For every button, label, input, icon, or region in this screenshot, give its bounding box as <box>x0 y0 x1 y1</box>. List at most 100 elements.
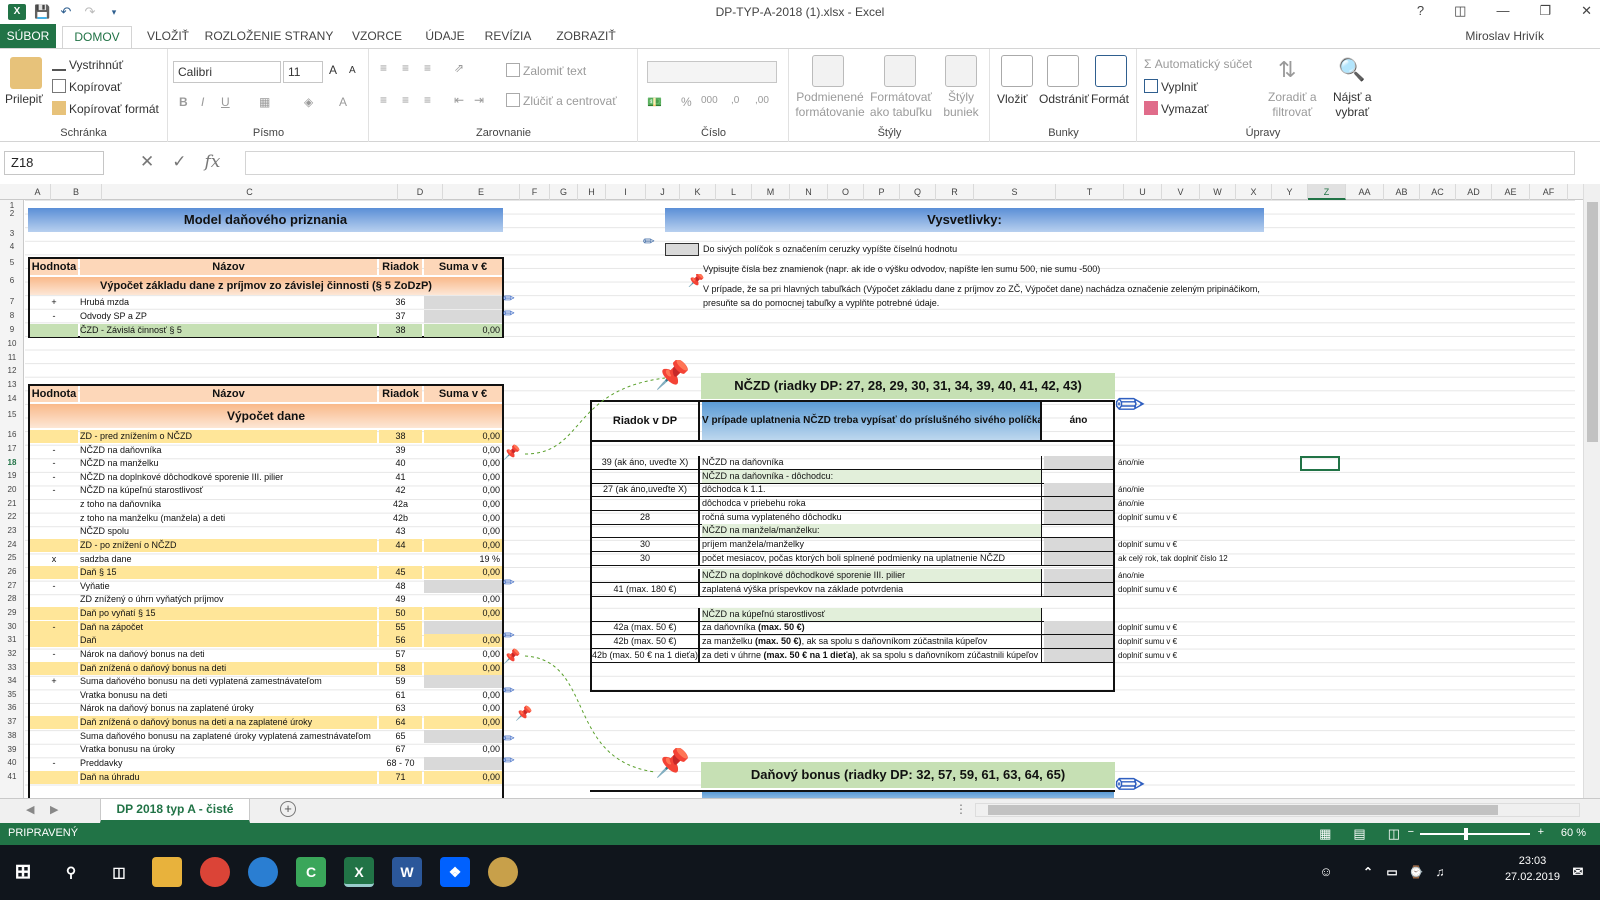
enter-icon[interactable]: ✓ <box>172 152 186 172</box>
currency-icon[interactable]: 💵 <box>647 95 662 109</box>
format-cells-button[interactable]: Formát <box>1091 92 1129 106</box>
number-format-select[interactable] <box>647 61 777 83</box>
conditional-formatting-button[interactable]: Podmienené formátovanie <box>790 90 870 120</box>
column-header[interactable]: F <box>520 184 550 200</box>
column-header[interactable]: I <box>606 184 646 200</box>
horizontal-scrollbar[interactable] <box>975 803 1580 817</box>
people-icon[interactable]: ☺ <box>1316 857 1336 887</box>
cancel-icon[interactable]: ✕ <box>140 152 154 172</box>
bold-icon[interactable]: B <box>179 95 188 109</box>
start-icon[interactable]: ⊞ <box>8 857 38 887</box>
column-header[interactable]: AA <box>1346 184 1384 200</box>
restore-button[interactable]: ❐ <box>1539 3 1551 19</box>
copy-button[interactable]: Kopírovať <box>52 79 122 94</box>
help-button[interactable]: ? <box>1417 3 1424 19</box>
row-header[interactable]: 9 <box>0 325 23 334</box>
user-name[interactable]: Miroslav Hrivík <box>1465 29 1544 43</box>
tab-formulas[interactable]: VZORCE <box>342 26 412 49</box>
conditional-formatting-icon[interactable] <box>812 55 844 87</box>
format-as-table-icon[interactable] <box>884 55 916 87</box>
column-header[interactable]: AF <box>1530 184 1568 200</box>
wrap-text-button[interactable]: Zalomiť text <box>506 63 586 78</box>
row-header[interactable]: 38 <box>0 731 23 740</box>
insert-cells-icon[interactable] <box>1001 55 1033 87</box>
column-header[interactable]: S <box>974 184 1056 200</box>
battery-icon[interactable]: ▭ <box>1382 857 1402 887</box>
column-header[interactable]: A <box>25 184 51 200</box>
find-select-icon[interactable]: 🔍 <box>1338 57 1365 83</box>
decrease-decimal-icon[interactable]: ,00 <box>755 95 769 106</box>
name-box[interactable]: Z18 <box>4 151 104 175</box>
volume-icon[interactable]: ♫ <box>1430 857 1450 887</box>
vertical-scrollbar[interactable] <box>1583 184 1600 799</box>
wifi-icon[interactable]: ⌚ <box>1406 857 1426 887</box>
ribbon-display-icon[interactable]: ◫ <box>1454 3 1466 19</box>
row-header[interactable]: 7 <box>0 297 23 306</box>
insert-cells-button[interactable]: Vložiť <box>997 92 1028 106</box>
column-header[interactable]: U <box>1124 184 1162 200</box>
font-color-icon[interactable]: A <box>339 95 347 109</box>
row-header[interactable]: 25 <box>0 553 23 562</box>
align-right-icon[interactable]: ≡ <box>424 93 431 107</box>
tab-review[interactable]: REVÍZIA <box>478 26 538 49</box>
autosum-button[interactable]: Σ Automatický súčet <box>1144 57 1252 71</box>
row-header[interactable]: 41 <box>0 772 23 781</box>
row-header[interactable]: 10 <box>0 339 23 348</box>
clear-button[interactable]: Vymazať <box>1144 101 1208 116</box>
zoom-level[interactable]: 60 % <box>1561 827 1586 839</box>
column-header[interactable]: T <box>1056 184 1124 200</box>
row-header[interactable]: 2 <box>0 209 23 218</box>
row-header[interactable]: 31 <box>0 635 23 644</box>
align-left-icon[interactable]: ≡ <box>380 93 387 107</box>
row-header[interactable]: 11 <box>0 353 23 362</box>
row-header[interactable]: 24 <box>0 540 23 549</box>
tab-insert[interactable]: VLOŽIŤ <box>138 26 198 49</box>
cut-button[interactable]: Vystrihnúť <box>52 57 123 72</box>
prev-sheet-icon[interactable]: ◀ <box>26 803 34 816</box>
column-header[interactable]: P <box>864 184 900 200</box>
column-header[interactable]: AB <box>1384 184 1420 200</box>
cell-styles-icon[interactable] <box>945 55 977 87</box>
grow-font-icon[interactable]: A <box>329 63 337 77</box>
edge-icon[interactable] <box>248 857 278 887</box>
page-layout-view-icon[interactable]: ▤ <box>1353 826 1365 842</box>
row-header[interactable]: 3 <box>0 229 23 238</box>
tab-page-layout[interactable]: ROZLOŽENIE STRANY <box>204 26 334 49</box>
tab-data[interactable]: ÚDAJE <box>420 26 470 49</box>
camtasia-icon[interactable]: C <box>296 857 326 887</box>
column-header[interactable]: W <box>1200 184 1236 200</box>
column-header[interactable]: V <box>1162 184 1200 200</box>
row-header[interactable]: 6 <box>0 276 23 285</box>
row-header[interactable]: 12 <box>0 366 23 375</box>
column-header[interactable]: B <box>51 184 102 200</box>
zoom-out-icon[interactable]: − <box>1408 826 1414 838</box>
column-header[interactable]: G <box>550 184 578 200</box>
column-header[interactable]: E <box>443 184 520 200</box>
zoom-slider-knob[interactable] <box>1464 828 1468 840</box>
selected-cell[interactable] <box>1300 456 1340 471</box>
row-header[interactable]: 30 <box>0 622 23 631</box>
column-header[interactable]: AE <box>1492 184 1530 200</box>
worksheet-grid[interactable]: Model daňového priznania Hodnota Názov R… <box>25 200 1575 805</box>
task-view-icon[interactable]: ◫ <box>104 857 134 887</box>
column-header[interactable]: O <box>828 184 864 200</box>
increase-decimal-icon[interactable]: ,0 <box>731 95 739 106</box>
column-header[interactable]: H <box>578 184 606 200</box>
font-name-select[interactable]: Calibri <box>173 61 281 83</box>
tab-view[interactable]: ZOBRAZIŤ <box>546 26 626 49</box>
search-icon[interactable]: ⚲ <box>56 857 86 887</box>
notifications-icon[interactable]: ✉ <box>1566 857 1590 887</box>
row-header[interactable]: 18 <box>0 458 23 467</box>
shrink-font-icon[interactable]: A <box>349 65 356 76</box>
row-header[interactable]: 40 <box>0 758 23 767</box>
row-header[interactable]: 8 <box>0 311 23 320</box>
row-header[interactable]: 29 <box>0 608 23 617</box>
align-center-icon[interactable]: ≡ <box>402 93 409 107</box>
borders-icon[interactable]: ▦ <box>259 95 270 109</box>
fill-button[interactable]: Vyplniť <box>1144 79 1198 94</box>
add-sheet-icon[interactable]: + <box>280 801 296 817</box>
merge-center-button[interactable]: Zlúčiť a centrovať <box>506 93 617 108</box>
percent-icon[interactable]: % <box>681 95 692 109</box>
column-header[interactable]: D <box>398 184 443 200</box>
zoom-in-icon[interactable]: + <box>1538 826 1544 838</box>
